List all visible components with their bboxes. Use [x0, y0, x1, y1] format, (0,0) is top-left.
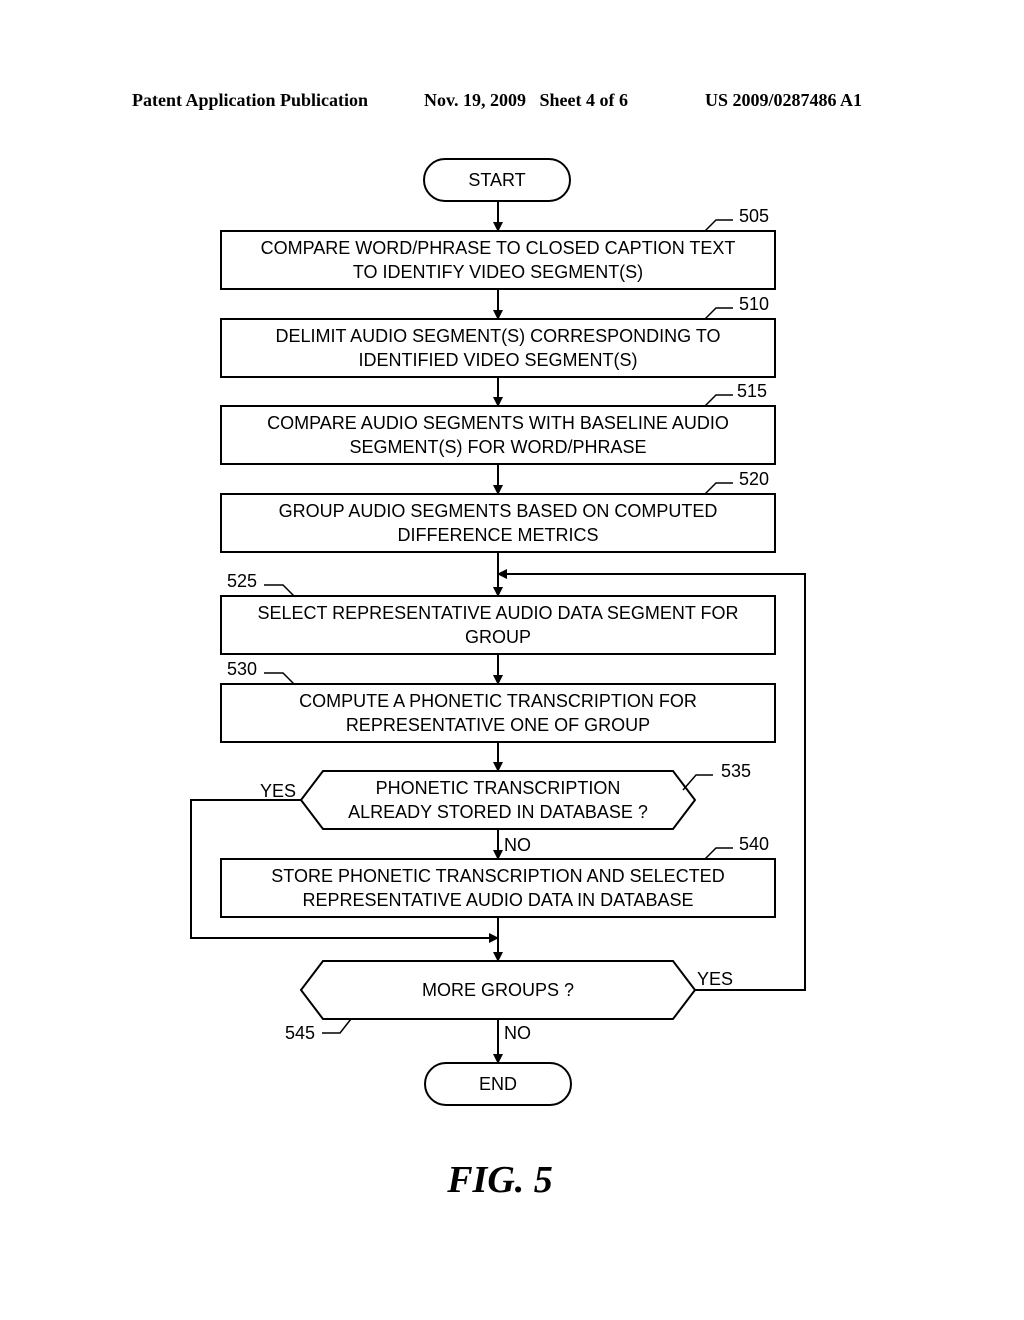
ref-505: 505	[739, 206, 769, 226]
ref-545: 545	[285, 1023, 315, 1043]
decision-545-yes-label: YES	[697, 969, 733, 989]
ref-520: 520	[739, 469, 769, 489]
flowchart: START END COMPARE WORD/PHRASE TO CLOSED …	[190, 158, 806, 1106]
step-515-line1: COMPARE AUDIO SEGMENTS WITH BASELINE AUD…	[267, 413, 729, 433]
step-510-line1: DELIMIT AUDIO SEGMENT(S) CORRESPONDING T…	[275, 326, 720, 346]
step-505-line1: COMPARE WORD/PHRASE TO CLOSED CAPTION TE…	[261, 238, 736, 258]
ref-540: 540	[739, 834, 769, 854]
figure-label: FIG. 5	[447, 1159, 553, 1201]
start-label: START	[468, 170, 525, 190]
end-label: END	[479, 1074, 517, 1094]
ref-535: 535	[721, 761, 751, 781]
step-520-line2: DIFFERENCE METRICS	[397, 525, 598, 545]
step-540-line2: REPRESENTATIVE AUDIO DATA IN DATABASE	[302, 890, 693, 910]
step-525-line2: GROUP	[465, 627, 531, 647]
step-530-line2: REPRESENTATIVE ONE OF GROUP	[346, 715, 650, 735]
step-520-line1: GROUP AUDIO SEGMENTS BASED ON COMPUTED	[279, 501, 718, 521]
step-515-line2: SEGMENT(S) FOR WORD/PHRASE	[349, 437, 646, 457]
step-530-line1: COMPUTE A PHONETIC TRANSCRIPTION FOR	[299, 691, 697, 711]
ref-515: 515	[737, 381, 767, 401]
decision-535-yes-label: YES	[260, 781, 296, 801]
decision-545-no-label: NO	[504, 1023, 531, 1043]
ref-525: 525	[227, 571, 257, 591]
decision-545-label: MORE GROUPS ?	[422, 980, 574, 1000]
ref-510: 510	[739, 294, 769, 314]
step-540-line1: STORE PHONETIC TRANSCRIPTION AND SELECTE…	[271, 866, 724, 886]
step-525-line1: SELECT REPRESENTATIVE AUDIO DATA SEGMENT…	[257, 603, 738, 623]
step-510-line2: IDENTIFIED VIDEO SEGMENT(S)	[358, 350, 637, 370]
decision-535-line2: ALREADY STORED IN DATABASE ?	[348, 802, 648, 822]
decision-535-line1: PHONETIC TRANSCRIPTION	[376, 778, 621, 798]
decision-535-no-label: NO	[504, 835, 531, 855]
step-505-line2: TO IDENTIFY VIDEO SEGMENT(S)	[353, 262, 643, 282]
ref-530: 530	[227, 659, 257, 679]
